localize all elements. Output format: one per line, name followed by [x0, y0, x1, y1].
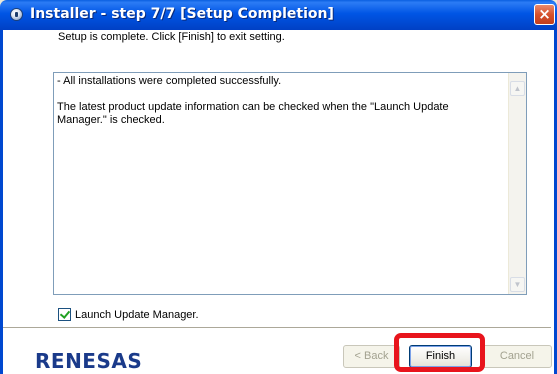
scroll-up-icon[interactable]: ▲: [510, 81, 525, 96]
window-title: Installer - step 7/7 [Setup Completion]: [30, 6, 334, 22]
installer-window: Installer - step 7/7 [Setup Completion] …: [0, 0, 557, 374]
close-button[interactable]: ×: [534, 4, 555, 25]
message-textbox[interactable]: - All installations were completed succe…: [53, 72, 527, 295]
app-icon: [10, 8, 23, 21]
finish-highlight-box: [394, 333, 485, 372]
title-bar[interactable]: Installer - step 7/7 [Setup Completion] …: [0, 0, 557, 30]
message-line-2: The latest product update information ca…: [57, 101, 449, 126]
launch-update-manager-option[interactable]: Launch Update Manager.: [58, 308, 199, 321]
scroll-down-icon[interactable]: ▼: [510, 277, 525, 292]
cancel-button[interactable]: Cancel: [482, 345, 552, 368]
separator: [3, 327, 551, 329]
message-content: - All installations were completed succe…: [57, 75, 497, 140]
vertical-scrollbar[interactable]: ▲ ▼: [508, 73, 526, 294]
launch-update-manager-label: Launch Update Manager.: [75, 308, 199, 321]
message-line-1: - All installations were completed succe…: [57, 75, 282, 87]
launch-update-manager-checkbox[interactable]: [58, 308, 71, 321]
back-button[interactable]: < Back: [343, 345, 400, 368]
renesas-logo: RENESAS: [35, 349, 143, 373]
instruction-text: Setup is complete. Click [Finish] to exi…: [58, 31, 285, 43]
